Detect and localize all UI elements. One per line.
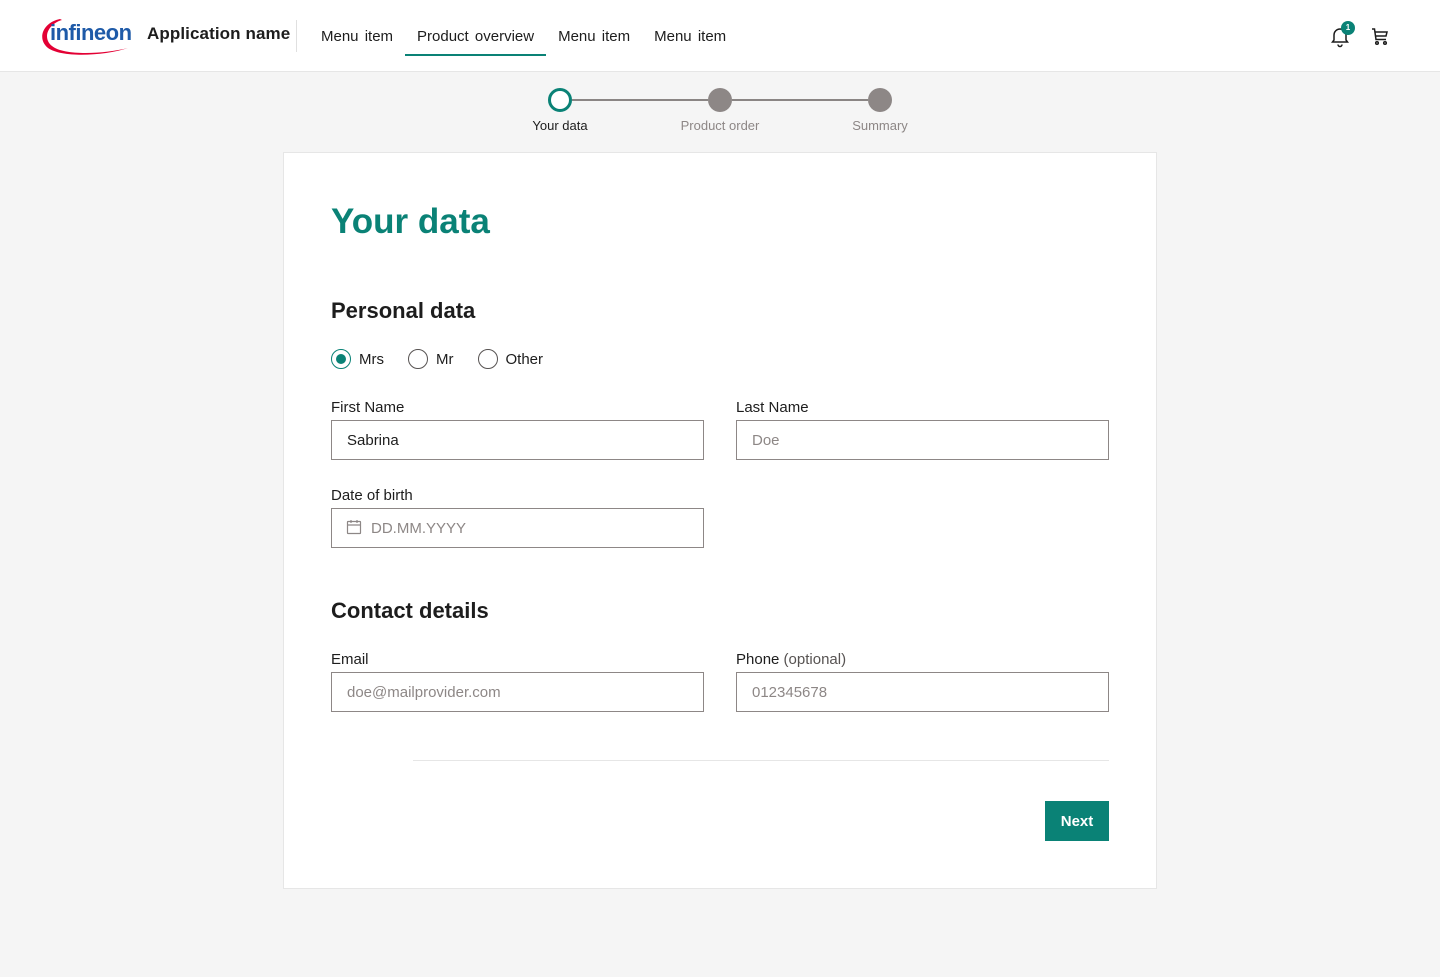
nav-item-menu-1[interactable]: Menu item (309, 0, 405, 72)
date-of-birth-field[interactable] (331, 508, 704, 548)
salutation-radio-group: Mrs Mr Other (331, 349, 567, 369)
nav-label: Product overview (417, 27, 535, 45)
radio-button[interactable] (408, 349, 428, 369)
step-connector (732, 99, 868, 101)
form-divider (413, 760, 1109, 761)
step-label-product-order: Product order (680, 118, 760, 133)
radio-label: Other (505, 350, 544, 368)
last-name-label: Last Name (736, 399, 809, 416)
radio-other[interactable]: Other (477, 349, 544, 369)
step-connector (572, 99, 708, 101)
section-title-contact: Contact details (331, 598, 489, 623)
phone-label: Phone (optional) (736, 651, 846, 668)
nav-item-menu-2[interactable]: Menu item (546, 0, 642, 72)
phone-field[interactable] (736, 672, 1109, 712)
nav-label: Menu item (654, 27, 727, 45)
infineon-logo[interactable]: infineon (38, 14, 132, 58)
main-nav: Menu item Product overview Menu item Men… (309, 0, 738, 72)
nav-label: Menu item (558, 27, 631, 45)
dob-label: Date of birth (331, 487, 413, 504)
page-title: Your data (331, 202, 490, 241)
svg-text:infineon: infineon (50, 20, 132, 45)
phone-label-text: Phone (736, 651, 780, 668)
email-field[interactable] (331, 672, 704, 712)
radio-button-checked[interactable] (331, 349, 351, 369)
notification-badge: 1 (1341, 21, 1355, 35)
nav-item-product-overview[interactable]: Product overview (405, 0, 547, 72)
header-divider (296, 20, 297, 52)
app-header: infineon Application name Menu item Prod… (0, 0, 1440, 72)
radio-label: Mr (436, 350, 454, 368)
cart-icon[interactable] (1368, 24, 1392, 48)
optional-hint: (optional) (783, 651, 847, 668)
nav-label: Menu item (321, 27, 394, 45)
email-label: Email (331, 651, 369, 668)
nav-item-menu-3[interactable]: Menu item (642, 0, 738, 72)
section-title-personal: Personal data (331, 298, 476, 323)
step-indicator-product-order[interactable] (708, 88, 732, 112)
radio-mrs[interactable]: Mrs (331, 349, 384, 369)
radio-button[interactable] (477, 349, 498, 369)
first-name-field[interactable] (331, 420, 704, 460)
last-name-field[interactable] (736, 420, 1109, 460)
step-label-summary: Summary (852, 118, 908, 133)
step-label-your-data: Your data (532, 118, 588, 133)
step-indicator-your-data[interactable] (548, 88, 572, 112)
first-name-label: First Name (331, 399, 405, 416)
radio-label: Mrs (359, 350, 384, 368)
radio-mr[interactable]: Mr (408, 349, 454, 369)
next-button[interactable]: Next (1045, 801, 1109, 841)
app-name: Application name (147, 24, 291, 43)
step-indicator-summary[interactable] (868, 88, 892, 112)
